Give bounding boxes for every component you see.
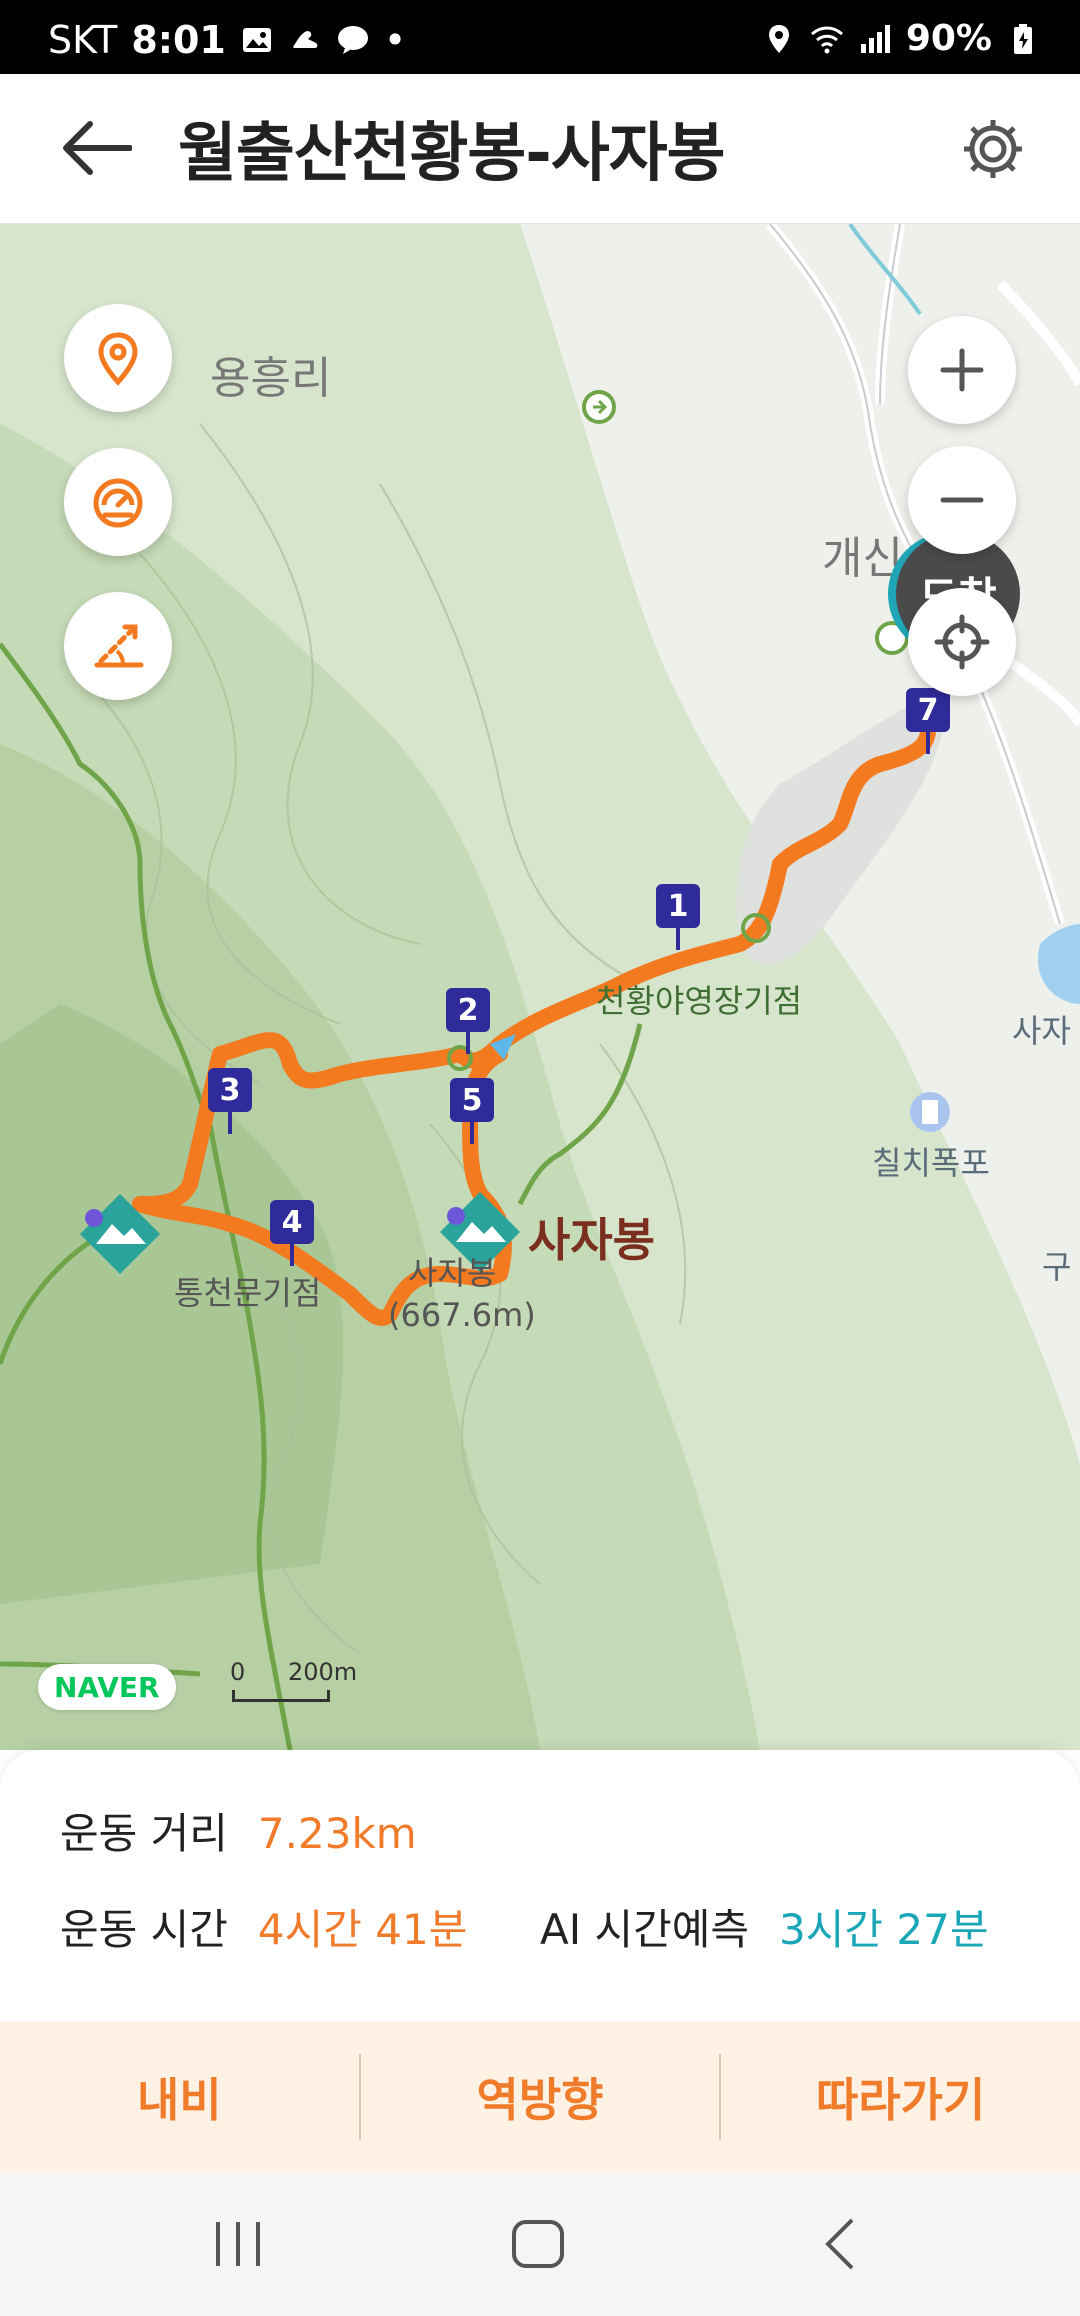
time-row: 운동 시간 4시간 41분 [60,1896,467,1957]
location-pin-icon [98,332,138,386]
follow-button[interactable]: 따라가기 [721,2022,1080,2172]
distance-label: 운동 거리 [60,1809,228,1858]
wifi-icon [810,26,843,53]
waypoint-marker[interactable]: 1 [656,884,700,950]
map-label-peak: 사자봉 [528,1213,655,1267]
time-label: 운동 시간 [60,1905,228,1954]
zoom-in-button[interactable] [908,316,1016,424]
waypoint-marker[interactable]: 4 [270,1200,314,1266]
page-title: 월출산천황봉-사자봉 [178,117,725,191]
action-bar: 내비 역방향 따라가기 [0,2022,1080,2172]
elevation-button[interactable] [64,592,172,700]
reverse-button[interactable]: 역방향 [361,2022,720,2172]
zoom-out-button[interactable] [908,446,1016,554]
carrier-label: SKT [48,18,118,62]
map-view[interactable]: 용흥리 개신 천황야영장기점 칠치폭포 통천문기점 사자봉 사자봉 (667.6… [0,224,1080,1750]
distance-value: 7.23km [257,1809,417,1858]
status-bar: SKT 8:01 • 90% [0,0,1080,74]
map-label-village: 용흥리 [210,353,332,404]
ai-time-value: 3시간 27분 [779,1905,989,1954]
clock: 8:01 [131,18,226,62]
battery-percent: 90% [905,18,992,59]
waypoint-marker[interactable]: 2 [446,988,490,1054]
gallery-icon [242,28,271,52]
time-value: 4시간 41분 [257,1905,468,1954]
navi-button[interactable]: 내비 [0,2022,359,2172]
location-icon [768,24,789,53]
shoe-icon [292,31,318,48]
location-pin-button[interactable] [64,304,172,412]
map-label-edge: 사자 [1012,1012,1071,1050]
scale-bar: 0 200m [230,1658,357,1702]
map-label-gate: 통천문기점 [174,1274,322,1312]
map-label-camp: 천황야영장기점 [596,982,803,1020]
talk-icon [337,26,368,54]
gear-icon[interactable] [960,116,1026,182]
my-location-button[interactable] [908,588,1016,696]
map-label-edge2: 구 [1042,1248,1072,1286]
system-nav-bar [0,2172,1080,2316]
back-nav-icon[interactable] [812,2214,872,2274]
ai-time-row: AI 시간예측 3시간 27분 [540,1896,988,1957]
recent-apps-icon[interactable] [208,2214,268,2274]
naver-logo: NAVER [38,1664,176,1710]
crosshair-icon [934,614,990,670]
waypoint-marker[interactable]: 5 [450,1078,494,1144]
info-panel: 운동 거리 7.23km 운동 시간 4시간 41분 AI 시간예측 3시간 2… [0,1750,1080,2022]
waypoint-marker[interactable]: 7 [906,688,950,754]
slope-icon [94,624,144,668]
map-label-peak-elevation: (667.6m) [388,1296,536,1334]
speed-button[interactable] [64,448,172,556]
terrain-map [0,224,1080,1750]
map-label-peak-small: 사자봉 [408,1254,497,1292]
home-icon[interactable] [508,2214,568,2274]
plus-icon [940,348,984,392]
scale-max-label: 200m [288,1658,358,1686]
scale-min-label: 0 [230,1658,246,1686]
waypoint-marker[interactable]: 3 [208,1068,252,1134]
notification-dot: • [383,18,407,62]
minus-icon [940,497,984,503]
signal-icon [860,24,890,53]
ai-time-label: AI 시간예측 [540,1905,750,1954]
app-header: 월출산천황봉-사자봉 [0,74,1080,224]
battery-icon [1014,23,1032,54]
scale-line [232,1690,330,1702]
speedometer-icon [93,478,143,528]
map-label-waterfall: 칠치폭포 [872,1144,990,1182]
back-arrow-icon[interactable] [60,118,132,178]
map-label-village2: 개신 [822,533,903,584]
distance-row: 운동 거리 7.23km [60,1800,417,1861]
